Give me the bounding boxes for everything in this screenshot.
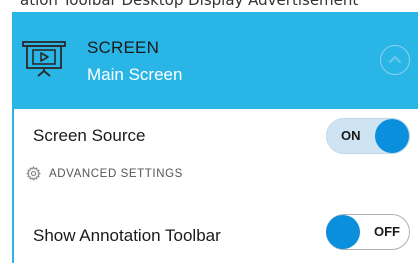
- toggle-knob: [326, 214, 360, 249]
- toggle-state-text: ON: [341, 128, 361, 143]
- collapse-button[interactable]: [380, 45, 410, 75]
- annotation-toolbar-toggle[interactable]: OFF: [326, 214, 410, 250]
- panel-frame: ation Toolbar Desktop Display Advertisem…: [0, 0, 418, 263]
- section-subtitle: Main Screen: [87, 65, 183, 84]
- chevron-up-icon: [389, 56, 401, 63]
- advanced-settings-label: ADVANCED SETTINGS: [49, 167, 183, 180]
- toggle-knob: [375, 119, 409, 153]
- section-title: SCREEN: [87, 38, 160, 57]
- annotation-toolbar-label: Show Annotation Toolbar: [33, 226, 221, 245]
- screen-source-label: Screen Source: [33, 126, 146, 145]
- gear-icon: [26, 166, 41, 181]
- advanced-settings-link[interactable]: ADVANCED SETTINGS: [26, 166, 183, 181]
- presentation-screen-icon: [22, 41, 66, 77]
- toggle-state-text: OFF: [374, 224, 400, 239]
- cut-off-text: ation Toolbar Desktop Display Advertisem…: [20, 0, 359, 9]
- screen-source-toggle[interactable]: ON: [326, 118, 410, 154]
- screen-section-header[interactable]: SCREEN Main Screen: [12, 12, 418, 109]
- cut-off-text-strip: ation Toolbar Desktop Display Advertisem…: [0, 0, 418, 12]
